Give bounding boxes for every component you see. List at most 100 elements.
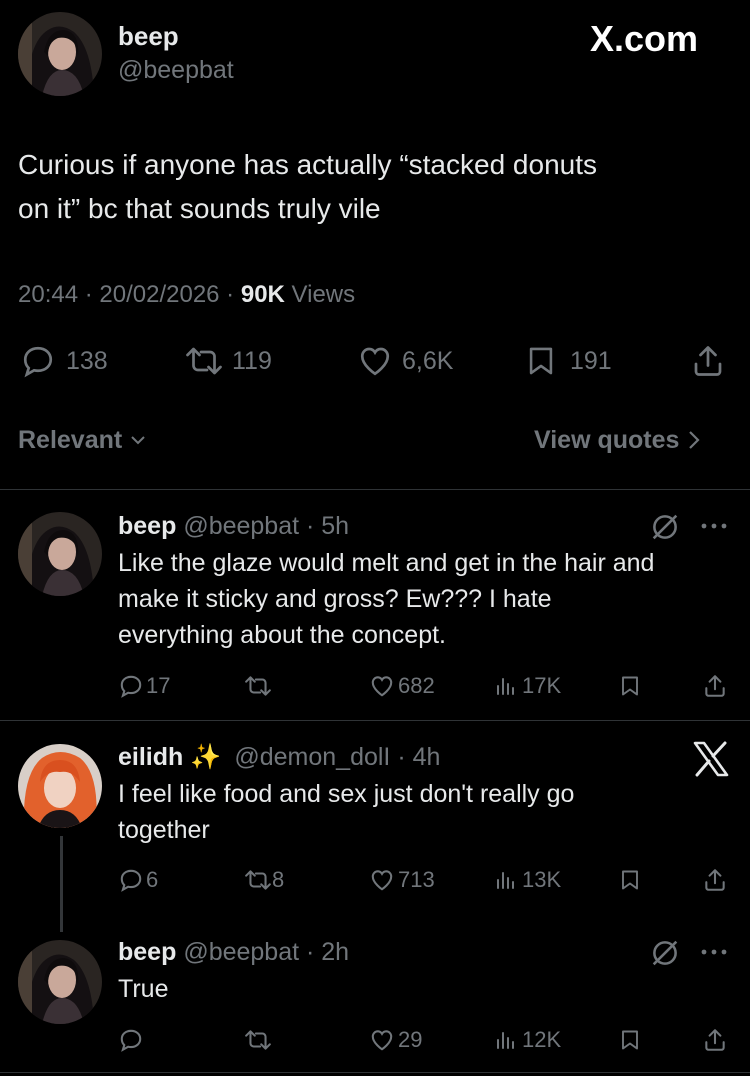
- site-label: X.com: [590, 18, 699, 59]
- author-handle[interactable]: @beepbat: [118, 54, 234, 86]
- like-count: 6,6K: [402, 346, 454, 375]
- reply-text-line: Like the glaze would melt and get in the…: [118, 549, 655, 577]
- avatar[interactable]: [18, 940, 102, 1024]
- reply-author-handle[interactable]: @beepbat: [183, 938, 299, 966]
- heart-icon: [368, 673, 396, 699]
- reply-header: eilidh ✨ @demon_dolI · 4h: [118, 743, 441, 771]
- like-button[interactable]: 713: [368, 866, 435, 894]
- bookmark-button[interactable]: [618, 672, 642, 700]
- divider: [0, 1072, 750, 1073]
- reply-author-name[interactable]: eilidh: [118, 743, 183, 771]
- reply-icon: [20, 343, 56, 379]
- reply-header: beep @beepbat · 5h: [118, 512, 350, 540]
- like-button[interactable]: 6,6K: [356, 342, 453, 380]
- views-icon: [494, 1027, 518, 1053]
- reply-button[interactable]: 138: [20, 342, 108, 380]
- bookmark-icon: [618, 673, 642, 699]
- reply-text-line: together: [118, 816, 210, 844]
- reply-button[interactable]: [118, 1026, 144, 1054]
- divider: [0, 489, 750, 490]
- post-text-line: Curious if anyone has actually “stacked …: [18, 149, 597, 180]
- reply-text-line: make it sticky and gross? Ew??? I hate: [118, 585, 552, 613]
- reply-text: Like the glaze would melt and get in the…: [118, 545, 738, 653]
- repost-count: 119: [232, 346, 272, 375]
- view-quotes-label: View quotes: [534, 426, 680, 454]
- reply-age[interactable]: 2h: [321, 938, 349, 966]
- sparkles-emoji: ✨: [190, 743, 222, 771]
- share-icon: [690, 342, 726, 380]
- reply-icon: [118, 867, 144, 893]
- bookmark-button[interactable]: 191: [524, 342, 612, 380]
- bookmark-icon: [618, 867, 642, 893]
- thread-line: [60, 836, 63, 932]
- share-icon: [702, 866, 728, 894]
- more-icon[interactable]: [696, 516, 732, 536]
- bookmark-button[interactable]: [618, 1026, 642, 1054]
- share-button[interactable]: [702, 865, 728, 895]
- reply-button[interactable]: 6: [118, 866, 158, 894]
- repost-icon: [244, 867, 272, 893]
- avatar[interactable]: [18, 744, 102, 828]
- views-count: 13K: [522, 867, 562, 892]
- avatar[interactable]: [18, 12, 102, 96]
- like-button[interactable]: 682: [368, 672, 435, 700]
- heart-icon: [356, 343, 394, 379]
- reply-text: True: [118, 971, 738, 1007]
- reply-age[interactable]: 4h: [413, 743, 441, 771]
- reply-count: 138: [66, 346, 108, 375]
- share-button[interactable]: [690, 342, 726, 380]
- chevron-down-icon: [128, 430, 148, 450]
- repost-icon: [244, 673, 272, 699]
- grok-icon[interactable]: [648, 936, 682, 970]
- views-count: 90K: [240, 281, 285, 308]
- views-button[interactable]: 12K: [494, 1026, 561, 1054]
- like-count: 29: [398, 1027, 423, 1052]
- reply-age[interactable]: 5h: [321, 512, 349, 540]
- like-button[interactable]: 29: [368, 1026, 422, 1054]
- reply-icon: [118, 673, 144, 699]
- views-button[interactable]: 17K: [494, 672, 561, 700]
- reply-text-line: True: [118, 975, 169, 1003]
- reply-icon: [118, 1027, 144, 1053]
- reply-button[interactable]: 17: [118, 672, 170, 700]
- chevron-right-icon: [687, 429, 701, 451]
- heart-icon: [368, 867, 396, 893]
- like-count: 713: [398, 867, 435, 892]
- post-time[interactable]: 20:44: [18, 281, 78, 308]
- repost-button[interactable]: [244, 672, 272, 700]
- repost-button[interactable]: 8: [244, 866, 284, 894]
- reply-author-name[interactable]: beep: [118, 512, 176, 540]
- reply-author-handle[interactable]: @demon_dolI: [234, 743, 390, 771]
- post-date[interactable]: 20/02/2026: [99, 281, 219, 308]
- repost-icon: [244, 1027, 272, 1053]
- repost-count: 8: [272, 867, 285, 892]
- reply-author-name[interactable]: beep: [118, 938, 176, 966]
- share-icon: [702, 1026, 728, 1054]
- more-icon[interactable]: [696, 942, 732, 962]
- bookmark-button[interactable]: [618, 866, 642, 894]
- post-text: Curious if anyone has actually “stacked …: [18, 143, 738, 231]
- views-icon: [494, 673, 518, 699]
- repost-button[interactable]: 119: [184, 342, 272, 380]
- bookmark-icon: [618, 1027, 642, 1053]
- post-text-line: on it” bc that sounds truly vile: [18, 193, 381, 224]
- sort-dropdown[interactable]: Relevant: [18, 424, 148, 456]
- reply-text-line: I feel like food and sex just don't real…: [118, 780, 575, 808]
- views-count: 12K: [522, 1027, 562, 1052]
- reply-count: 6: [146, 867, 159, 892]
- reply-author-handle[interactable]: @beepbat: [183, 512, 299, 540]
- share-button[interactable]: [702, 1025, 728, 1055]
- heart-icon: [368, 1027, 396, 1053]
- view-quotes-link[interactable]: View quotes: [534, 424, 701, 456]
- avatar[interactable]: [18, 512, 102, 596]
- share-button[interactable]: [702, 671, 728, 701]
- views-button[interactable]: 13K: [494, 866, 561, 894]
- grok-icon[interactable]: [648, 510, 682, 544]
- repost-button[interactable]: [244, 1026, 272, 1054]
- views-count: 17K: [522, 673, 562, 698]
- author-name[interactable]: beep: [118, 20, 179, 52]
- divider: [0, 720, 750, 721]
- sort-label: Relevant: [18, 426, 123, 454]
- repost-icon: [184, 343, 224, 379]
- views-label: Views: [291, 281, 356, 308]
